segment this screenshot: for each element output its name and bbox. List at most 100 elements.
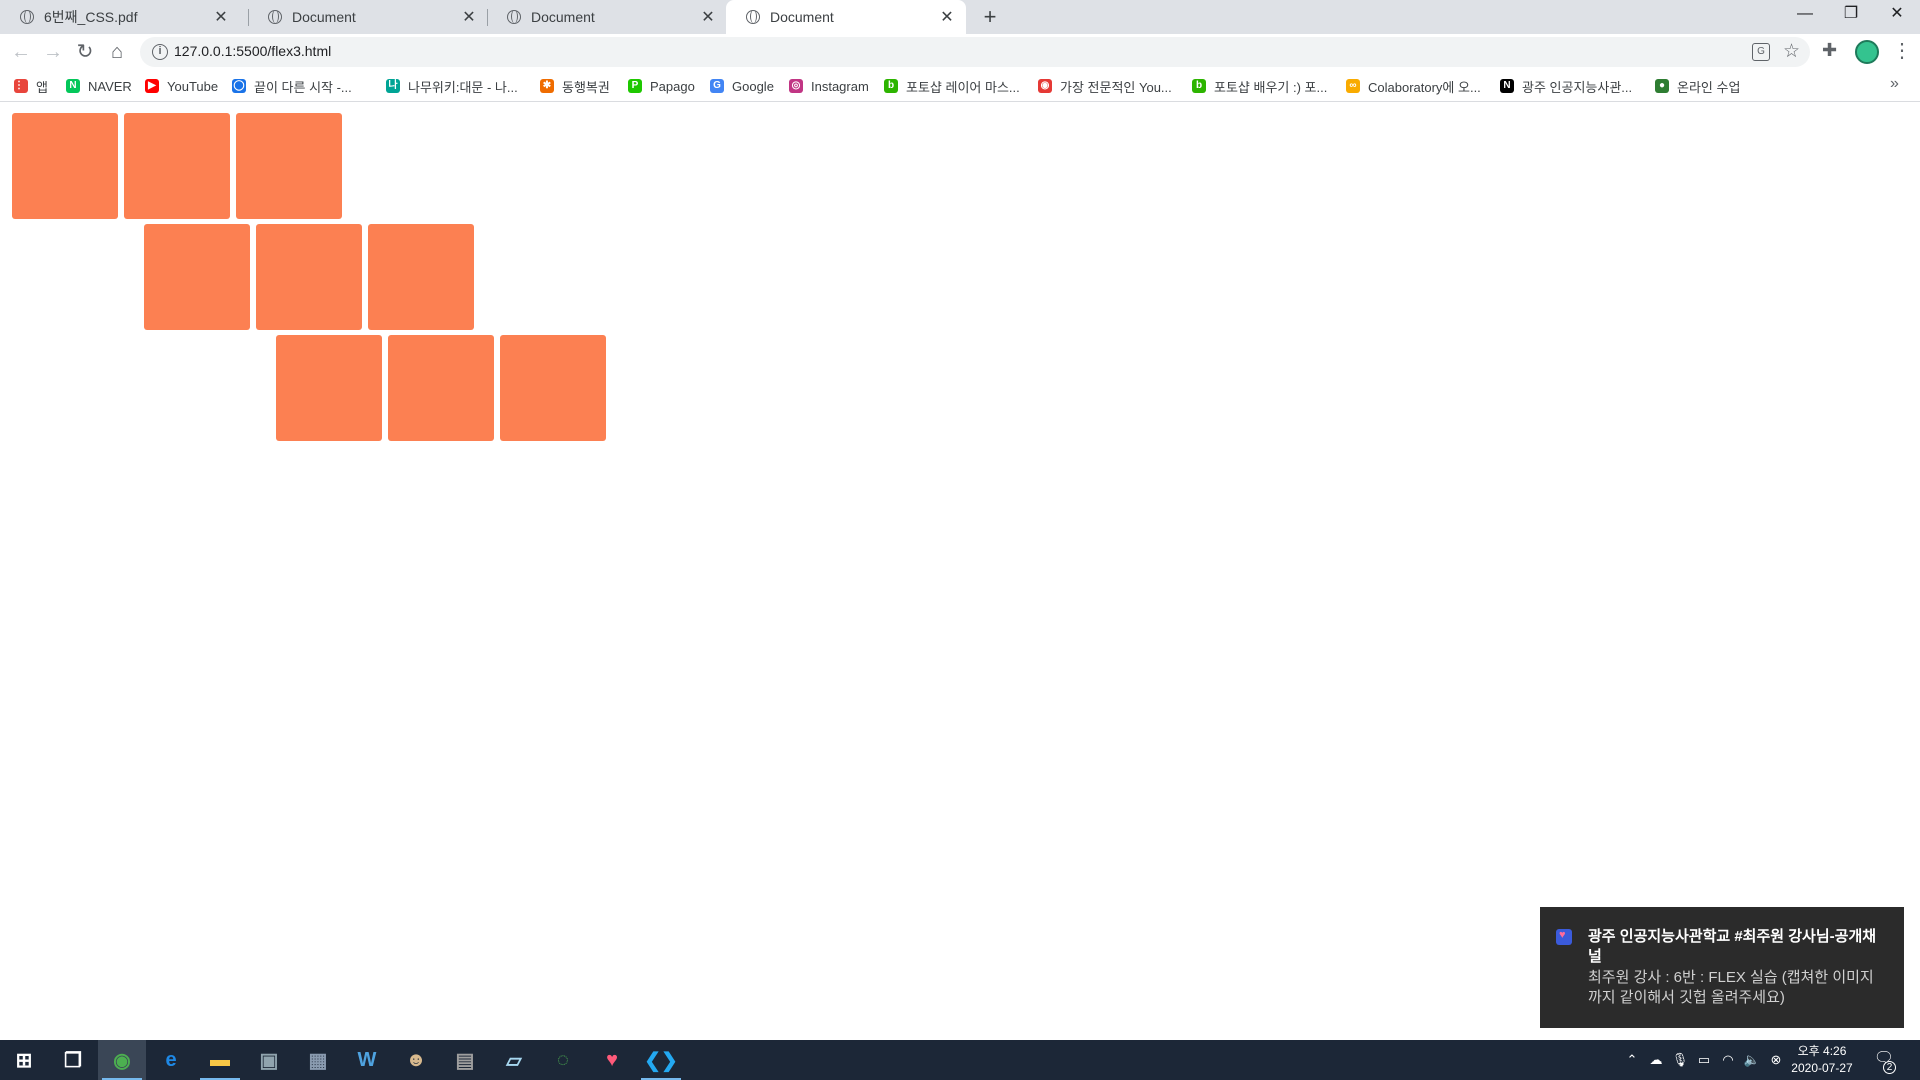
microphone-icon[interactable]: 🎙 bbox=[1668, 1052, 1692, 1068]
bookmark-label: 앱 bbox=[36, 79, 48, 95]
restore-button[interactable]: ❐ bbox=[1828, 0, 1874, 30]
browser-toolbar: ← → ↻ ⌂ i 127.0.0.1:5500/flex3.html G ☆ bbox=[0, 34, 1920, 70]
colab-icon: ∞ bbox=[1346, 79, 1360, 93]
taskbar-chrome-button[interactable]: ◉ bbox=[98, 1040, 146, 1080]
globe-icon bbox=[20, 10, 34, 24]
lottery-icon: ✱ bbox=[540, 79, 554, 93]
onedrive-icon[interactable]: ☁ bbox=[1644, 1052, 1668, 1068]
taskbar-edge-button[interactable]: e bbox=[147, 1040, 195, 1080]
flex-item-box bbox=[12, 113, 118, 219]
home-button[interactable]: ⌂ bbox=[102, 37, 132, 67]
bookmark-item[interactable]: ◉ 가장 전문적인 You... bbox=[1038, 77, 1172, 95]
apps-grid-icon: ⋮⋮ bbox=[14, 79, 34, 93]
close-window-button[interactable]: ✕ bbox=[1874, 0, 1920, 30]
bookmark-label: Instagram bbox=[811, 78, 869, 94]
taskbar-vscode-button[interactable]: ❮❯ bbox=[637, 1040, 685, 1080]
back-button[interactable]: ← bbox=[6, 37, 36, 67]
bookmark-item[interactable]: b 포토샵 배우기 :) 포... bbox=[1192, 77, 1327, 95]
bookmark-item[interactable]: ● 온라인 수업 bbox=[1655, 77, 1740, 95]
system-tray: ⌃ ☁ 🎙 ▭ ◠ 🔈 ⊗ bbox=[1620, 1040, 1788, 1080]
blocked-icon[interactable]: ⊗ bbox=[1764, 1052, 1788, 1068]
taskbar-word-app-button[interactable]: W bbox=[343, 1040, 391, 1080]
bookmark-item[interactable]: N NAVER bbox=[66, 77, 132, 95]
blog-icon: b bbox=[884, 79, 898, 93]
taskbar-task-view-button[interactable]: ❐ bbox=[49, 1040, 97, 1080]
taskbar-notepad-app-button[interactable]: ▱ bbox=[490, 1040, 538, 1080]
minimize-button[interactable]: — bbox=[1782, 0, 1828, 30]
namuwiki-icon: 나 bbox=[386, 79, 400, 93]
bookmark-item[interactable]: ∞ Colaboratory에 오... bbox=[1346, 77, 1481, 95]
bookmarks-overflow-icon[interactable]: » bbox=[1890, 75, 1899, 93]
volume-icon[interactable]: 🔈 bbox=[1740, 1052, 1764, 1068]
bookmark-item[interactable]: b 포토샵 레이어 마스... bbox=[884, 77, 1020, 95]
bookmark-label: 끝이 다른 시작 -... bbox=[254, 79, 352, 95]
bookmark-item[interactable]: ◯ 끝이 다른 시작 -... bbox=[232, 77, 352, 95]
bookmark-item[interactable]: ◎ Instagram bbox=[789, 77, 869, 95]
bookmark-label: 동행복권 bbox=[562, 79, 610, 95]
flex-container-row-2 bbox=[144, 224, 474, 330]
bookmark-item[interactable]: ▶ YouTube bbox=[145, 77, 218, 95]
bookmark-item[interactable]: N 광주 인공지능사관... bbox=[1500, 77, 1632, 95]
chat-bubble-icon: ◯ bbox=[232, 79, 246, 93]
extensions-puzzle-icon[interactable]: ✚ bbox=[1822, 40, 1837, 61]
new-tab-button[interactable]: + bbox=[976, 3, 1004, 31]
battery-icon[interactable]: ▭ bbox=[1692, 1052, 1716, 1068]
taskbar-remote-desktop-button[interactable]: ▣ bbox=[245, 1040, 293, 1080]
speech-icon: ● bbox=[1655, 79, 1669, 93]
bookmark-label: YouTube bbox=[167, 78, 219, 94]
arrow-right-icon: → bbox=[43, 41, 63, 63]
tab-close-icon[interactable]: ✕ bbox=[212, 7, 230, 27]
flex-item-box bbox=[236, 113, 342, 219]
tab-pdf[interactable]: 6번째_CSS.pdf ✕ bbox=[0, 0, 240, 34]
action-center-button[interactable]: 🗨 2 bbox=[1870, 1048, 1898, 1074]
page-content bbox=[0, 103, 1920, 1039]
tab-close-icon[interactable]: ✕ bbox=[938, 7, 956, 27]
database-icon: ▤ bbox=[455, 1049, 475, 1072]
chevron-up-icon[interactable]: ⌃ bbox=[1620, 1052, 1644, 1068]
profile-avatar[interactable] bbox=[1855, 40, 1879, 64]
bookmark-item[interactable]: P Papago bbox=[628, 77, 695, 95]
flex-item-box bbox=[144, 224, 250, 330]
vscode-icon: ❮❯ bbox=[644, 1049, 678, 1072]
tab-document-active[interactable]: Document ✕ bbox=[726, 0, 966, 34]
menu-dots-icon[interactable]: ⋮ bbox=[1892, 38, 1912, 63]
bookmark-label: Colaboratory에 오... bbox=[1368, 79, 1481, 95]
taskbar-clock[interactable]: 오후 4:26 2020-07-27 bbox=[1790, 1043, 1854, 1077]
globe-icon bbox=[746, 10, 760, 24]
translate-icon[interactable]: G bbox=[1752, 43, 1770, 61]
bookmark-label: NAVER bbox=[88, 78, 132, 94]
taskbar-calculator-button[interactable]: ▦ bbox=[294, 1040, 342, 1080]
wifi-icon[interactable]: ◠ bbox=[1716, 1052, 1740, 1068]
bookmark-item[interactable]: ✱ 동행복권 bbox=[540, 77, 610, 95]
bookmark-label: 포토샵 레이어 마스... bbox=[906, 79, 1020, 95]
bookmark-item[interactable]: 나 나무위키:대문 - 나... bbox=[386, 77, 518, 95]
taskbar-heart-app-button[interactable]: ♥ bbox=[588, 1040, 636, 1080]
taskbar-database-button[interactable]: ▤ bbox=[441, 1040, 489, 1080]
url-text[interactable]: 127.0.0.1:5500/flex3.html bbox=[174, 43, 331, 59]
bookmark-item[interactable]: ⋮⋮ 앱 bbox=[14, 77, 48, 95]
tab-document-2[interactable]: Document ✕ bbox=[487, 0, 727, 34]
globe-icon bbox=[268, 10, 282, 24]
instagram-icon: ◎ bbox=[789, 79, 803, 93]
bookmark-item[interactable]: G Google bbox=[710, 77, 774, 95]
address-bar[interactable]: i 127.0.0.1:5500/flex3.html G ☆ bbox=[140, 37, 1810, 67]
reload-button[interactable]: ↻ bbox=[70, 37, 100, 67]
tab-document-1[interactable]: Document ✕ bbox=[248, 0, 488, 34]
notepad-app-icon: ▱ bbox=[506, 1049, 522, 1072]
tab-close-icon[interactable]: ✕ bbox=[460, 7, 478, 27]
taskbar-file-explorer-button[interactable]: ▬ bbox=[196, 1040, 244, 1080]
notification-toast[interactable]: 광주 인공지능사관학교 #최주원 강사님-공개채널 최주원 강사 : 6반 : … bbox=[1540, 907, 1904, 1028]
site-info-icon[interactable]: i bbox=[152, 44, 168, 60]
bookmark-star-icon[interactable]: ☆ bbox=[1783, 40, 1800, 63]
taskbar-start-button[interactable]: ⊞ bbox=[0, 1040, 48, 1080]
flex-item-box bbox=[388, 335, 494, 441]
chrome-icon: ◉ bbox=[113, 1049, 131, 1072]
app-heart-icon bbox=[1556, 929, 1572, 945]
taskbar-loading-ring-button[interactable]: ◌ bbox=[539, 1040, 587, 1080]
notion-icon: N bbox=[1500, 79, 1514, 93]
heart-app-icon: ♥ bbox=[606, 1048, 618, 1071]
bookmark-label: 광주 인공지능사관... bbox=[1522, 79, 1633, 95]
tab-close-icon[interactable]: ✕ bbox=[699, 7, 717, 27]
taskbar-game-app-button[interactable]: ☻ bbox=[392, 1040, 440, 1080]
forward-button[interactable]: → bbox=[38, 37, 68, 67]
